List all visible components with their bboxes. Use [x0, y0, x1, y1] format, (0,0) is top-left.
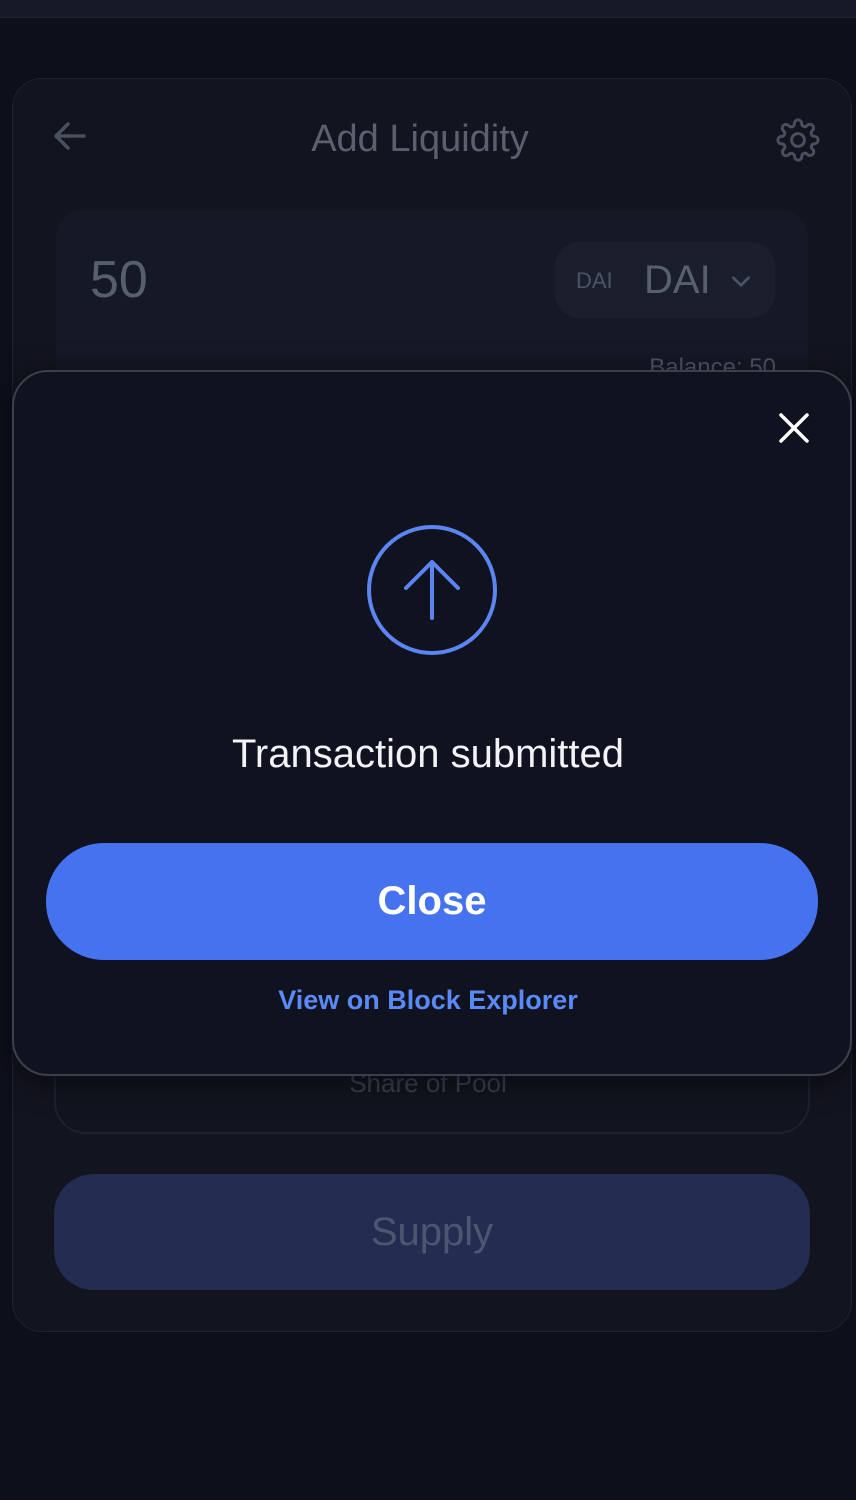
close-button[interactable]: Close — [46, 843, 818, 960]
amount-input[interactable]: 50 — [90, 250, 148, 310]
close-icon[interactable] — [776, 410, 812, 446]
top-bar — [0, 0, 856, 18]
token-logo: DAI — [576, 268, 613, 293]
token-symbol: DAI — [644, 258, 711, 302]
gear-icon[interactable] — [776, 118, 820, 162]
page-title: Add Liquidity — [311, 118, 529, 160]
modal-title: Transaction submitted — [231, 732, 625, 776]
chevron-down-icon — [732, 276, 750, 287]
transaction-modal — [12, 370, 852, 1076]
supply-button[interactable]: Supply — [54, 1174, 810, 1290]
arrow-up-circle-icon — [367, 525, 497, 655]
block-explorer-link[interactable]: View on Block Explorer — [0, 985, 856, 1016]
